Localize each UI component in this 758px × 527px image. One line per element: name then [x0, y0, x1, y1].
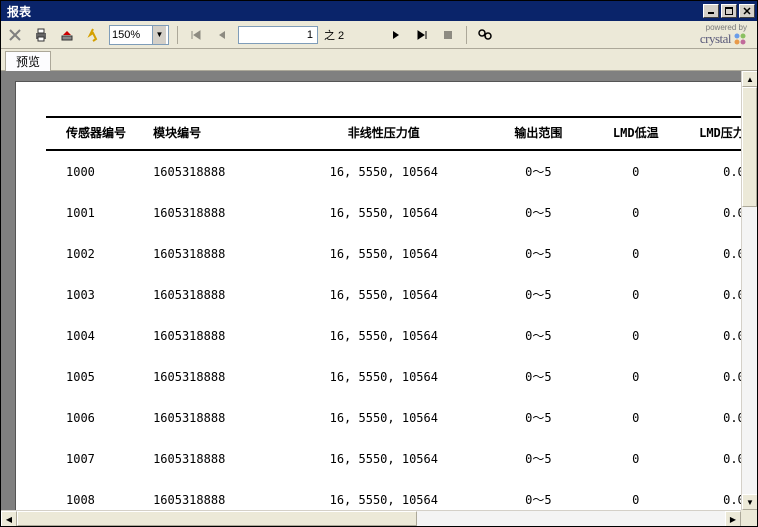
report-viewer: 传感器编号 模块编号 非线性压力值 输出范围 LMD低温 LMD压力1 1000…: [1, 71, 757, 526]
cell-module: 1605318888: [149, 397, 286, 438]
cell-sensor: 1003: [46, 274, 149, 315]
table-row: 1001160531888816, 5550, 105640～500.00: [46, 192, 756, 233]
cell-lowtemp: 0: [596, 315, 676, 356]
cell-module: 1605318888: [149, 356, 286, 397]
cell-sensor: 1002: [46, 233, 149, 274]
cell-nonlinear: 16, 5550, 10564: [286, 438, 481, 479]
cell-nonlinear: 16, 5550, 10564: [286, 192, 481, 233]
header-sensor: 传感器编号: [46, 117, 149, 150]
next-page-button[interactable]: [386, 25, 406, 45]
scroll-down-button[interactable]: ▼: [742, 494, 757, 510]
separator: [177, 26, 178, 44]
zoom-select[interactable]: 150% ▼: [109, 25, 169, 45]
cell-lowtemp: 0: [596, 356, 676, 397]
cell-sensor: 1000: [46, 150, 149, 192]
cell-nonlinear: 16, 5550, 10564: [286, 315, 481, 356]
cell-nonlinear: 16, 5550, 10564: [286, 356, 481, 397]
cell-lowtemp: 0: [596, 150, 676, 192]
page-total-label: 之 2: [324, 27, 344, 43]
tab-preview[interactable]: 预览: [5, 51, 51, 71]
scroll-track[interactable]: [17, 511, 725, 526]
table-row: 1007160531888816, 5550, 105640～500.00: [46, 438, 756, 479]
brand-label: crystal: [700, 32, 731, 45]
scroll-corner: [741, 510, 757, 526]
table-row: 1006160531888816, 5550, 105640～500.00: [46, 397, 756, 438]
window-title: 报表: [3, 3, 31, 20]
table-row: 1004160531888816, 5550, 105640～500.00: [46, 315, 756, 356]
cell-nonlinear: 16, 5550, 10564: [286, 150, 481, 192]
print-button[interactable]: [31, 25, 51, 45]
scroll-left-button[interactable]: ◀: [1, 511, 17, 526]
cell-lowtemp: 0: [596, 438, 676, 479]
cell-range: 0～5: [481, 397, 596, 438]
maximize-button[interactable]: [721, 4, 737, 18]
cell-nonlinear: 16, 5550, 10564: [286, 274, 481, 315]
cell-lowtemp: 0: [596, 233, 676, 274]
table-row: 1005160531888816, 5550, 105640～500.00: [46, 356, 756, 397]
close-preview-button[interactable]: [5, 25, 25, 45]
cell-range: 0～5: [481, 274, 596, 315]
cell-nonlinear: 16, 5550, 10564: [286, 233, 481, 274]
search-button[interactable]: [475, 25, 495, 45]
cell-range: 0～5: [481, 233, 596, 274]
scroll-up-button[interactable]: ▲: [742, 71, 757, 87]
scroll-thumb[interactable]: [742, 87, 757, 207]
first-page-button[interactable]: [186, 25, 206, 45]
toolbar: 150% ▼ 之 2 powered by crystal: [1, 21, 757, 49]
table-row: 1000160531888816, 5550, 105640～500.00: [46, 150, 756, 192]
separator: [466, 26, 467, 44]
cell-lowtemp: 0: [596, 192, 676, 233]
cell-range: 0～5: [481, 192, 596, 233]
zoom-value: 150%: [112, 29, 140, 41]
report-table: 传感器编号 模块编号 非线性压力值 输出范围 LMD低温 LMD压力1 1000…: [46, 116, 756, 520]
cell-module: 1605318888: [149, 192, 286, 233]
header-range: 输出范围: [481, 117, 596, 150]
refresh-button[interactable]: [83, 25, 103, 45]
table-header-row: 传感器编号 模块编号 非线性压力值 输出范围 LMD低温 LMD压力1: [46, 117, 756, 150]
cell-module: 1605318888: [149, 438, 286, 479]
cell-range: 0～5: [481, 438, 596, 479]
window: 报表 150% ▼ 之 2 powered by crystal: [0, 0, 758, 527]
cell-module: 1605318888: [149, 274, 286, 315]
crystal-logo: powered by crystal: [700, 24, 753, 46]
cell-module: 1605318888: [149, 233, 286, 274]
header-lowtemp: LMD低温: [596, 117, 676, 150]
close-button[interactable]: [739, 4, 755, 18]
cell-nonlinear: 16, 5550, 10564: [286, 397, 481, 438]
cell-sensor: 1005: [46, 356, 149, 397]
cell-module: 1605318888: [149, 150, 286, 192]
table-row: 1002160531888816, 5550, 105640～500.00: [46, 233, 756, 274]
cell-sensor: 1004: [46, 315, 149, 356]
stop-button[interactable]: [438, 25, 458, 45]
page-number-input[interactable]: [238, 26, 318, 44]
cell-lowtemp: 0: [596, 397, 676, 438]
minimize-button[interactable]: [703, 4, 719, 18]
last-page-button[interactable]: [412, 25, 432, 45]
scroll-right-button[interactable]: ▶: [725, 511, 741, 526]
cell-sensor: 1001: [46, 192, 149, 233]
scroll-track[interactable]: [742, 87, 757, 494]
dropdown-arrow-icon: ▼: [152, 26, 166, 44]
header-nonlinear: 非线性压力值: [286, 117, 481, 150]
header-module: 模块编号: [149, 117, 286, 150]
cell-lowtemp: 0: [596, 274, 676, 315]
cell-sensor: 1006: [46, 397, 149, 438]
titlebar: 报表: [1, 1, 757, 21]
cell-sensor: 1007: [46, 438, 149, 479]
cell-range: 0～5: [481, 150, 596, 192]
tabstrip: 预览: [1, 49, 757, 71]
report-page: 传感器编号 模块编号 非线性压力值 输出范围 LMD低温 LMD压力1 1000…: [15, 81, 757, 526]
scroll-thumb[interactable]: [17, 511, 417, 526]
cell-range: 0～5: [481, 315, 596, 356]
vertical-scrollbar[interactable]: ▲ ▼: [741, 71, 757, 510]
prev-page-button[interactable]: [212, 25, 232, 45]
cell-range: 0～5: [481, 356, 596, 397]
export-button[interactable]: [57, 25, 77, 45]
crystal-icon: [733, 32, 747, 46]
table-row: 1003160531888816, 5550, 105640～500.00: [46, 274, 756, 315]
window-controls: [701, 4, 755, 18]
horizontal-scrollbar[interactable]: ◀ ▶: [1, 510, 741, 526]
cell-module: 1605318888: [149, 315, 286, 356]
